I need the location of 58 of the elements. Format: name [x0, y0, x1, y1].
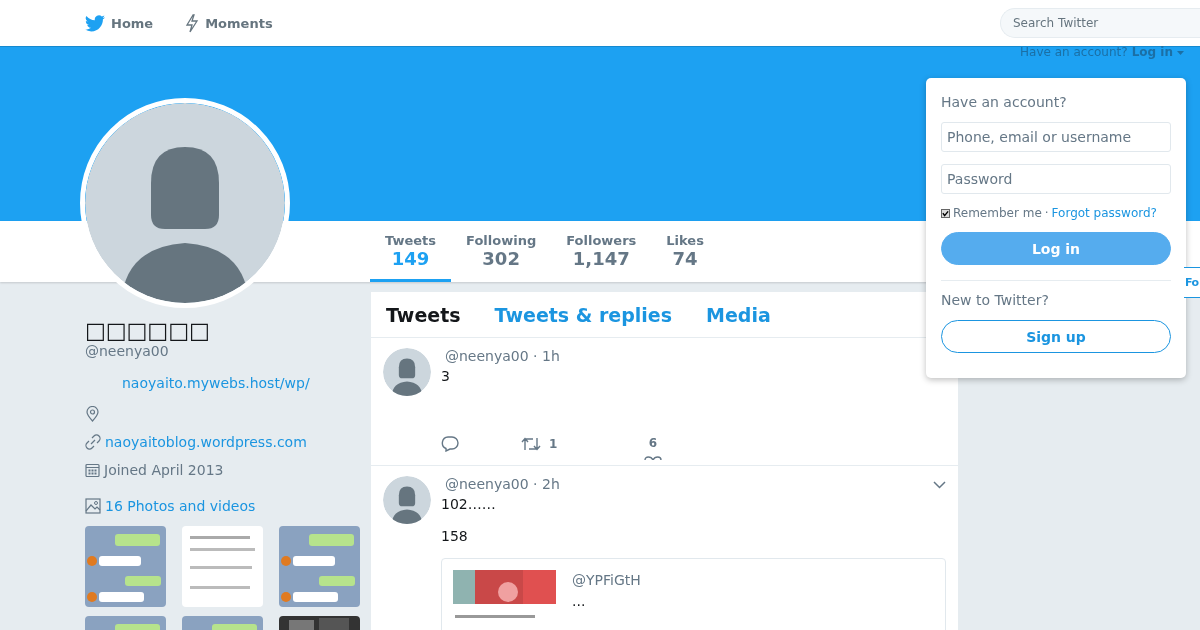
remember-label: Remember me: [953, 206, 1042, 220]
separator: ·: [1044, 206, 1049, 220]
calendar-icon: [85, 462, 100, 478]
timeline-tab[interactable]: Tweets: [386, 303, 461, 326]
signup-prompt: New to Twitter?: [941, 292, 1050, 308]
image-icon: [85, 498, 101, 514]
follow-button[interactable]: Fo: [1184, 267, 1200, 298]
quoted-text: ...: [572, 593, 587, 609]
tweet-meta: @neenya00 · 1h: [445, 348, 560, 364]
tweet-text: 3: [441, 368, 451, 384]
retweet-count: 1: [549, 437, 558, 451]
avatar: [383, 348, 431, 396]
login-button[interactable]: Log in: [941, 232, 1171, 265]
avatar: [383, 476, 431, 524]
nav-item[interactable]: Moments: [185, 13, 273, 33]
stat-tab[interactable]: Followers 1,147: [551, 221, 652, 282]
nav-item[interactable]: Home: [85, 14, 154, 32]
tweet-text: 102……: [441, 496, 497, 512]
timeline-tab[interactable]: Media: [706, 303, 771, 326]
website-link[interactable]: naoyaitoblog.wordpress.com: [105, 434, 307, 450]
link-icon: [85, 434, 101, 450]
retweet-icon[interactable]: [521, 436, 541, 452]
timeline-tab[interactable]: Tweets & replies: [494, 303, 673, 326]
tweet-text: 158: [441, 528, 469, 544]
stat-tab[interactable]: Following 302: [451, 221, 552, 282]
stat-label: Likes: [666, 233, 704, 248]
popup-title: Have an account?: [941, 94, 1068, 110]
stat-tab[interactable]: Tweets 149: [370, 221, 452, 282]
remember-checkbox[interactable]: [941, 208, 950, 218]
stat-value: 149: [391, 248, 430, 269]
account-prompt: Have an account?: [1020, 45, 1128, 59]
stat-label: Followers: [566, 233, 637, 248]
photos-link[interactable]: 16 Photos and videos: [105, 498, 256, 514]
signup-button[interactable]: Sign up: [941, 320, 1171, 353]
bird-icon: [85, 14, 105, 32]
reply-icon[interactable]: [441, 436, 459, 452]
password-field[interactable]: Password: [941, 164, 1171, 194]
stat-value: 1,147: [572, 248, 630, 269]
quoted-handle: @YPFiGtH: [572, 572, 641, 588]
stat-label: Following: [466, 233, 537, 248]
location-icon: [85, 406, 100, 422]
stat-value: 74: [672, 248, 698, 269]
tweet-meta: @neenya00 · 2h: [445, 476, 560, 492]
search-field[interactable]: Search Twitter: [1000, 8, 1200, 38]
login-link[interactable]: Log in: [1131, 45, 1173, 59]
bio-link[interactable]: naoyaito.mywebs.host/wp/: [122, 375, 310, 391]
username-field[interactable]: Phone, email or username: [941, 122, 1171, 152]
stat-value: 302: [482, 248, 520, 269]
profile-handle: @neenya00: [85, 343, 170, 359]
stat-label: Tweets: [385, 233, 437, 248]
quoted-tweet[interactable]: @YPFiGtH ...: [441, 558, 946, 630]
stat-tab[interactable]: Likes 74: [651, 221, 719, 282]
forgot-link[interactable]: Forgot password?: [1051, 206, 1157, 220]
like-count: 6: [648, 436, 658, 450]
profile-name: □□□□□□: [85, 318, 211, 343]
join-date: Joined April 2013: [104, 462, 224, 478]
chevron-icon[interactable]: [933, 481, 946, 489]
lightning-icon: [185, 13, 200, 33]
